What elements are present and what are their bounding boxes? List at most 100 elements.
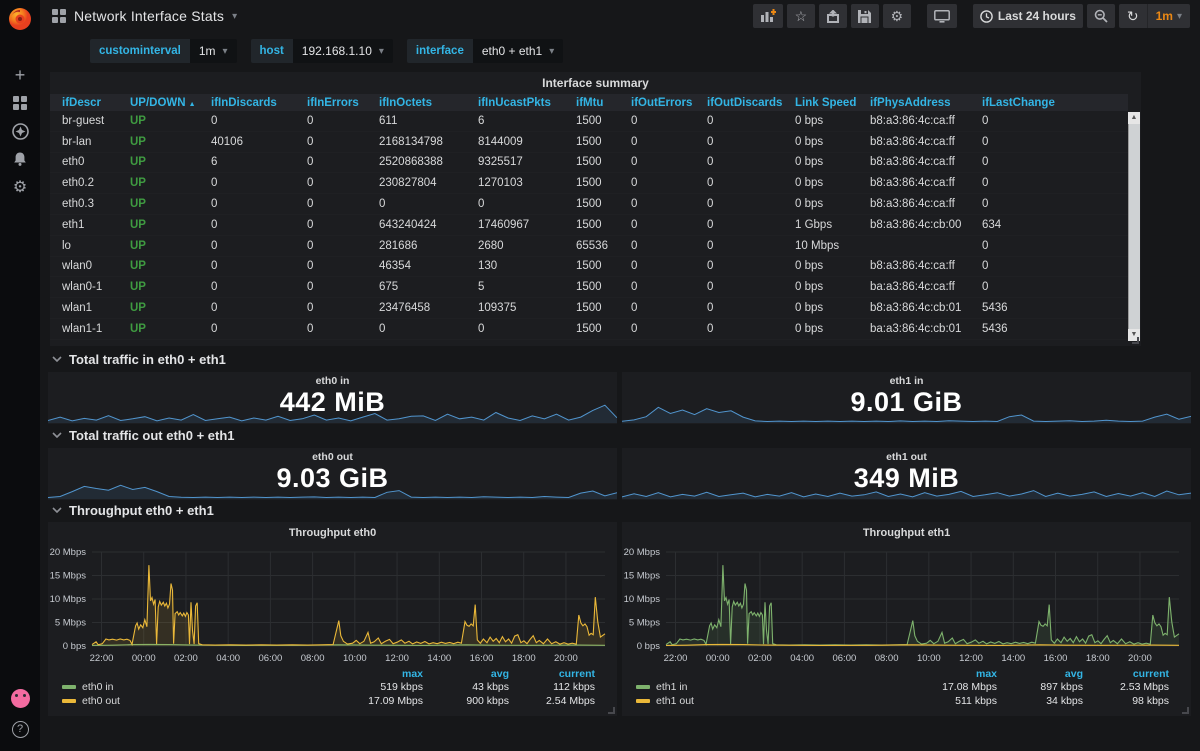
column-header[interactable]: ifDescr: [62, 97, 130, 109]
table-cell: 0: [307, 115, 379, 127]
table-cell: 0: [478, 198, 576, 210]
svg-text:00:00: 00:00: [132, 653, 156, 664]
table-cell: b8:a3:86:4c:ca:ff: [870, 156, 982, 168]
configuration-gear-icon[interactable]: ⚙: [0, 174, 40, 200]
legend-column-header[interactable]: avg: [423, 668, 509, 680]
svg-text:14:00: 14:00: [427, 653, 451, 664]
table-cell: 9325517: [478, 156, 576, 168]
table-cell: b8:a3:86:4c:cb:01: [870, 302, 982, 314]
column-header[interactable]: ifPhysAddress: [870, 97, 982, 109]
svg-text:20:00: 20:00: [554, 653, 578, 664]
table-cell: 0: [982, 136, 1128, 148]
row-header-throughput[interactable]: Throughput eth0 + eth1: [52, 501, 214, 519]
table-cell: 0: [982, 240, 1128, 252]
panel-title[interactable]: Throughput eth1: [622, 522, 1191, 542]
column-header[interactable]: ifInDiscards: [211, 97, 307, 109]
graph-plot-area[interactable]: 0 bps5 Mbps10 Mbps15 Mbps20 Mbps22:0000:…: [48, 542, 617, 668]
svg-text:5 Mbps: 5 Mbps: [629, 618, 660, 629]
row-header-traffic-in[interactable]: Total traffic in eth0 + eth1: [52, 350, 226, 368]
column-header[interactable]: UP/DOWN▲: [130, 97, 211, 109]
alerting-bell-icon[interactable]: [0, 146, 40, 172]
table-cell: 0: [307, 323, 379, 335]
panel-title[interactable]: Interface summary: [50, 72, 1141, 94]
table-cell: UP: [130, 136, 211, 148]
table-cell: 2680: [478, 240, 576, 252]
column-header[interactable]: ifInOctets: [379, 97, 478, 109]
grafana-logo-icon[interactable]: [7, 6, 33, 32]
variable-host[interactable]: host 192.168.1.10▾: [251, 39, 393, 63]
table-cell: UP: [130, 323, 211, 335]
row-header-traffic-out[interactable]: Total traffic out eth0 + eth1: [52, 426, 235, 444]
legend-column-header[interactable]: current: [1083, 668, 1169, 680]
table-cell: 0: [707, 115, 795, 127]
variable-interface[interactable]: interface eth0 + eth1▾: [407, 39, 563, 63]
variable-custominterval[interactable]: custominterval 1m▾: [90, 39, 237, 63]
legend-column-header[interactable]: max: [337, 668, 423, 680]
table-cell: 634: [982, 219, 1128, 231]
create-plus-icon[interactable]: +: [0, 62, 40, 88]
resize-handle[interactable]: [1182, 707, 1189, 714]
legend-series-label[interactable]: eth1 in: [636, 681, 911, 693]
scrollbar-thumb[interactable]: [1128, 124, 1140, 329]
table-cell: 675: [379, 281, 478, 293]
legend-column-header[interactable]: max: [911, 668, 997, 680]
column-header[interactable]: ifLastChange: [982, 97, 1128, 109]
resize-handle[interactable]: [608, 707, 615, 714]
table-cell: 0: [982, 115, 1128, 127]
column-header[interactable]: ifOutDiscards: [707, 97, 795, 109]
column-header[interactable]: Link Speed: [795, 97, 870, 109]
table-cell: b8:a3:86:4c:ca:ff: [870, 136, 982, 148]
table-cell: b8:a3:86:4c:ca:ff: [870, 177, 982, 189]
legend-series-label[interactable]: eth0 in: [62, 681, 337, 693]
table-row: br-guestUP0061161500000 bpsb8:a3:86:4c:c…: [50, 111, 1128, 132]
table-cell: 5: [478, 281, 576, 293]
svg-text:15 Mbps: 15 Mbps: [624, 571, 661, 582]
grafana-app: + ⚙ ? Network Interface Stats ▾ ☆: [0, 0, 1200, 751]
column-header[interactable]: ifInUcastPkts: [478, 97, 576, 109]
stat-value: 9.03 GiB: [48, 463, 617, 494]
table-cell: UP: [130, 115, 211, 127]
series-color-swatch: [62, 685, 76, 689]
panel-title[interactable]: Throughput eth0: [48, 522, 617, 542]
table-cell: 0: [631, 240, 707, 252]
table-cell: 0: [707, 219, 795, 231]
table-cell: UP: [130, 198, 211, 210]
sort-asc-icon: ▲: [189, 101, 196, 108]
table-cell: UP: [130, 260, 211, 272]
panel-title[interactable]: eth1 out: [622, 448, 1191, 463]
variable-value: 1m: [199, 44, 216, 58]
table-cell: 46354: [379, 260, 478, 272]
table-cell: 1270103: [478, 177, 576, 189]
explore-compass-icon[interactable]: [0, 118, 40, 144]
table-cell: 1500: [576, 323, 631, 335]
table-cell: 643240424: [379, 219, 478, 231]
resize-handle[interactable]: [1132, 337, 1139, 344]
stat-value: 9.01 GiB: [622, 387, 1191, 418]
legend-header-row: maxavgcurrent: [62, 668, 595, 680]
column-header[interactable]: ifOutErrors: [631, 97, 707, 109]
panel-title[interactable]: eth0 out: [48, 448, 617, 463]
table-cell: lo: [62, 240, 130, 252]
legend-value: 98 kbps: [1083, 695, 1169, 707]
table-cell: UP: [130, 302, 211, 314]
table-row: wlan0-1UP0067551500000 bpsba:a3:86:4c:ca…: [50, 277, 1128, 298]
column-header[interactable]: ifInErrors: [307, 97, 379, 109]
help-icon[interactable]: ?: [0, 716, 40, 742]
table-cell: 0: [211, 302, 307, 314]
panel-title[interactable]: eth1 in: [622, 372, 1191, 387]
legend-column-header[interactable]: current: [509, 668, 595, 680]
user-avatar[interactable]: [0, 685, 40, 711]
scroll-up-button[interactable]: ▲: [1128, 112, 1140, 124]
table-cell: 0: [211, 281, 307, 293]
panel-title[interactable]: eth0 in: [48, 372, 617, 387]
legend-column-header[interactable]: avg: [997, 668, 1083, 680]
svg-text:12:00: 12:00: [385, 653, 409, 664]
column-header[interactable]: ifMtu: [576, 97, 631, 109]
table-cell: 0: [631, 219, 707, 231]
table-row: wlan0UP00463541301500000 bpsb8:a3:86:4c:…: [50, 257, 1128, 278]
dashboards-icon[interactable]: [0, 90, 40, 116]
legend-series-label[interactable]: eth1 out: [636, 695, 911, 707]
graph-plot-area[interactable]: 0 bps5 Mbps10 Mbps15 Mbps20 Mbps22:0000:…: [622, 542, 1191, 668]
table-cell: 0: [631, 281, 707, 293]
legend-series-label[interactable]: eth0 out: [62, 695, 337, 707]
